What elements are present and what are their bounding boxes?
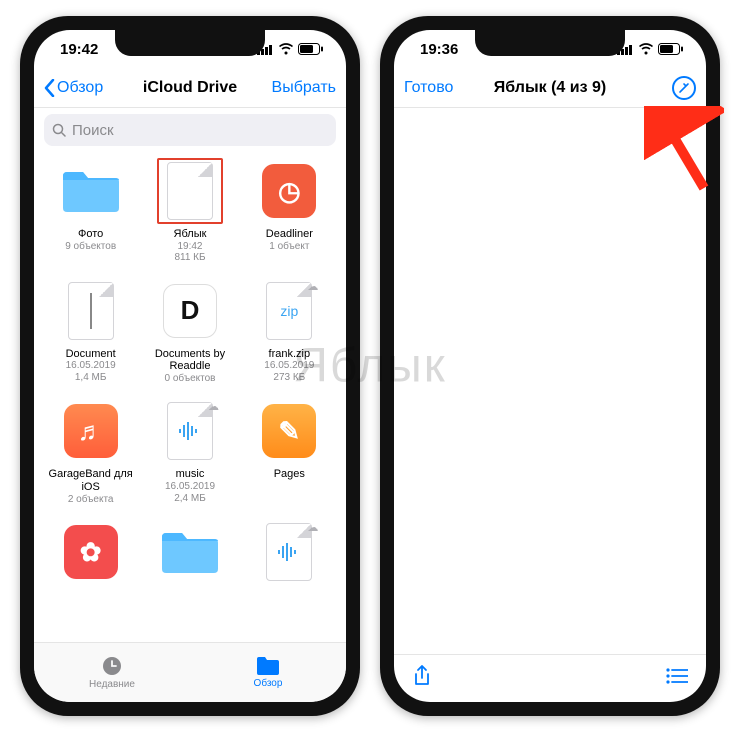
- wifi-icon: [638, 43, 654, 55]
- file-meta: 2 объекта: [68, 494, 114, 506]
- search-placeholder: Поиск: [72, 122, 114, 139]
- file-item[interactable]: ♬ GarageBand для iOS2 объекта: [44, 398, 137, 505]
- bottom-toolbar: [394, 654, 706, 702]
- file-name: Document: [66, 348, 116, 361]
- file-name: Deadliner: [266, 228, 313, 241]
- tab-bar: Недавние Обзор: [34, 642, 346, 702]
- file-name: Фото: [78, 228, 103, 241]
- app-icon: ✿: [58, 519, 124, 585]
- file-item[interactable]: Фото9 объектов: [44, 158, 137, 264]
- wifi-icon: [278, 43, 294, 55]
- file-name: Pages: [274, 468, 305, 481]
- back-label: Обзор: [57, 79, 103, 97]
- tab-browse-label: Обзор: [254, 678, 283, 689]
- file-name: Documents by Readdle: [145, 348, 235, 373]
- file-item[interactable]: Document16.05.20191,4 МБ: [44, 278, 137, 385]
- file-name: music: [176, 468, 205, 481]
- nav-bar: Обзор iCloud Drive Выбрать: [34, 68, 346, 108]
- list-button[interactable]: [666, 668, 688, 689]
- file-meta: 811 КБ: [174, 252, 205, 264]
- tab-recent-label: Недавние: [89, 679, 135, 690]
- file-meta: 273 КБ: [273, 372, 305, 384]
- file-item[interactable]: D Documents by Readdle0 объектов: [143, 278, 236, 385]
- battery-icon: [298, 43, 324, 55]
- file-item[interactable]: [143, 519, 236, 589]
- app-icon: D: [157, 278, 223, 344]
- list-icon: [666, 668, 688, 684]
- phone-left: 19:42 Обзор iCloud Drive Выбрать Поиск Ф…: [20, 16, 360, 716]
- file-item[interactable]: zip☁ frank.zip16.05.2019273 КБ: [243, 278, 336, 385]
- document-icon: [157, 158, 223, 224]
- folder-icon: [256, 656, 280, 676]
- search-input[interactable]: Поиск: [44, 114, 336, 146]
- file-meta: 9 объектов: [65, 241, 116, 253]
- file-item[interactable]: ✎ Pages: [243, 398, 336, 505]
- notch: [475, 30, 625, 56]
- page-title: Яблык (4 из 9): [494, 79, 606, 97]
- folder-icon: [58, 158, 124, 224]
- document-viewer[interactable]: [394, 108, 706, 654]
- select-button[interactable]: Выбрать: [262, 79, 336, 97]
- file-meta: 16.05.2019: [264, 360, 314, 372]
- document-icon: ☁: [256, 519, 322, 585]
- battery-icon: [658, 43, 684, 55]
- document-icon: ☁: [157, 398, 223, 464]
- file-name: frank.zip: [269, 348, 311, 361]
- clock-icon: [101, 655, 123, 677]
- file-meta: 0 объектов: [165, 373, 216, 385]
- page-title: iCloud Drive: [143, 79, 237, 97]
- app-icon: ✎: [256, 398, 322, 464]
- file-name: GarageBand для iOS: [46, 468, 136, 493]
- share-icon: [412, 664, 432, 688]
- folder-icon: [157, 519, 223, 585]
- file-grid[interactable]: Фото9 объектовЯблык19:42811 КБ◷Deadliner…: [34, 152, 346, 642]
- notch: [115, 30, 265, 56]
- file-meta: 16.05.2019: [165, 481, 215, 493]
- file-item[interactable]: ☁ music16.05.20192,4 МБ: [143, 398, 236, 505]
- markup-button[interactable]: [622, 76, 696, 100]
- file-item[interactable]: ✿: [44, 519, 137, 589]
- status-time: 19:36: [420, 41, 458, 58]
- nav-bar: Готово Яблык (4 из 9): [394, 68, 706, 108]
- app-icon: ♬: [58, 398, 124, 464]
- status-time: 19:42: [60, 41, 98, 58]
- tab-browse[interactable]: Обзор: [190, 643, 346, 702]
- file-meta: 1,4 МБ: [75, 372, 107, 384]
- file-meta: 16.05.2019: [66, 360, 116, 372]
- cloud-badge: ☁: [208, 400, 219, 413]
- file-item[interactable]: ☁: [243, 519, 336, 589]
- file-name: Яблык: [174, 228, 207, 241]
- file-item[interactable]: Яблык19:42811 КБ: [143, 158, 236, 264]
- chevron-left-icon: [44, 79, 55, 97]
- done-button[interactable]: Готово: [404, 79, 478, 97]
- search-icon: [52, 123, 66, 137]
- file-meta: 2,4 МБ: [174, 493, 206, 505]
- phone-right: 19:36 Готово Яблык (4 из 9): [380, 16, 720, 716]
- document-icon: zip☁: [256, 278, 322, 344]
- tab-recent[interactable]: Недавние: [34, 643, 190, 702]
- cloud-badge: ☁: [307, 521, 318, 534]
- file-item[interactable]: ◷ Deadliner1 объект: [243, 158, 336, 264]
- back-button[interactable]: Обзор: [44, 79, 118, 97]
- document-icon: [58, 278, 124, 344]
- share-button[interactable]: [412, 664, 432, 693]
- markup-icon: [672, 76, 696, 100]
- cloud-badge: ☁: [307, 280, 318, 293]
- file-meta: 1 объект: [269, 241, 309, 253]
- app-icon: ◷: [256, 158, 322, 224]
- file-meta: 19:42: [177, 241, 202, 253]
